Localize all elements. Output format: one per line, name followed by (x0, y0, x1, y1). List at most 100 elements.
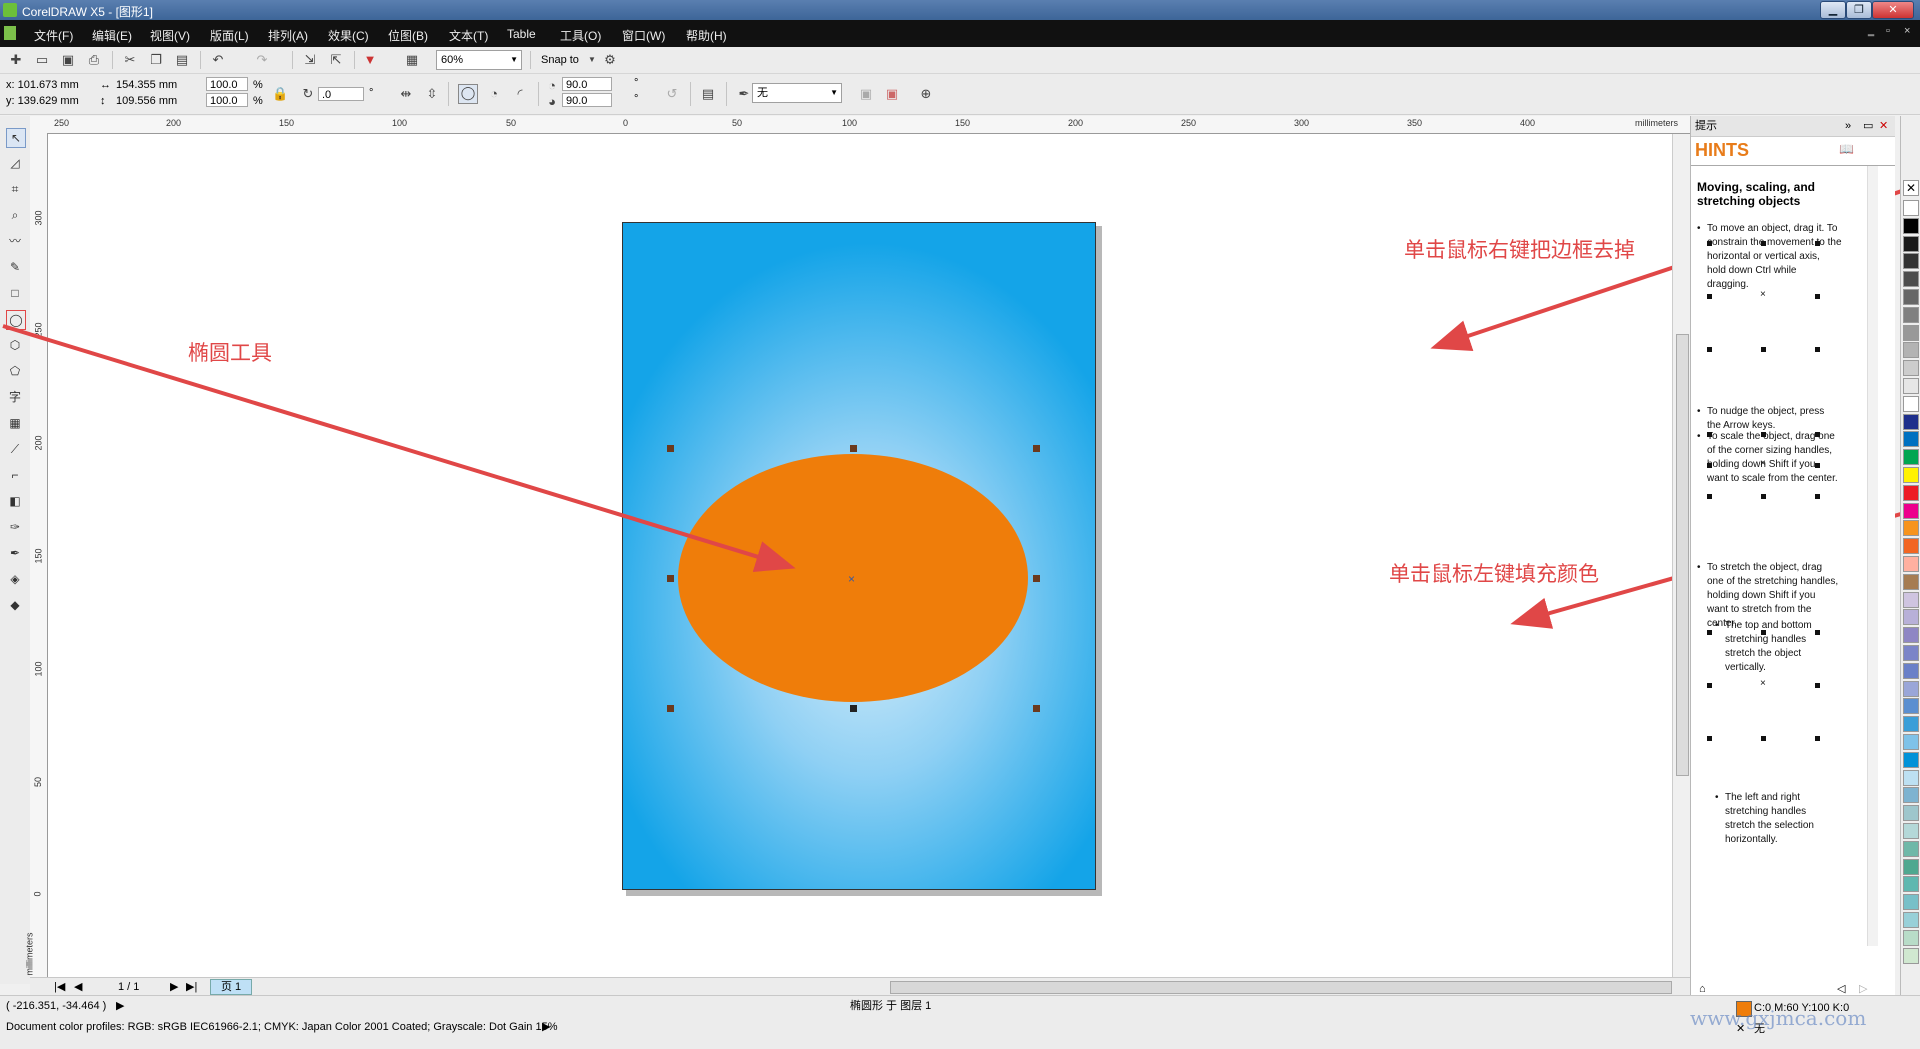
wrap-text-icon[interactable]: ▤ (700, 86, 716, 102)
undo-icon[interactable]: ↶ (210, 52, 226, 68)
convert-to-curves-icon[interactable]: ⊕ (918, 86, 934, 102)
color-swatch[interactable] (1903, 680, 1919, 697)
redo-icon[interactable]: ↷ (254, 52, 270, 68)
shape-tool-icon[interactable]: ◿ (6, 154, 24, 172)
color-swatch[interactable] (1903, 912, 1919, 928)
snap-to-button[interactable]: Snap to (541, 53, 579, 67)
basic-shapes-icon[interactable]: ⬠ (6, 362, 24, 380)
color-swatch[interactable] (1903, 467, 1919, 483)
height-field[interactable]: 109.556 mm (116, 94, 177, 108)
width-field[interactable]: 154.355 mm (116, 78, 177, 92)
lock-ratio-icon[interactable]: 🔒 (272, 86, 288, 102)
outline-width-dropdown[interactable]: 无 ▼ (752, 83, 842, 103)
color-swatch[interactable] (1903, 306, 1919, 323)
open-icon[interactable]: ▭ (34, 52, 50, 68)
app-launcher-icon[interactable]: ▼ (362, 52, 378, 68)
export-icon[interactable]: ⇱ (328, 52, 344, 68)
horizontal-scrollbar[interactable] (890, 981, 1672, 994)
menu-help[interactable]: 帮助(H) (686, 27, 727, 44)
hints-book-icon[interactable]: 📖 (1839, 142, 1854, 156)
color-swatch[interactable] (1903, 662, 1919, 679)
color-swatch[interactable] (1903, 200, 1919, 216)
doc-minimize-icon[interactable]: ‗ (1868, 25, 1874, 37)
mirror-vertical-icon[interactable]: ⇳ (424, 86, 440, 102)
home-icon[interactable]: ⌂ (1699, 982, 1706, 996)
snap-dropdown-icon[interactable]: ▼ (584, 52, 600, 68)
color-swatch[interactable] (1903, 360, 1919, 377)
table-tool-icon[interactable]: ▦ (6, 414, 24, 432)
color-swatch[interactable] (1903, 378, 1919, 394)
cut-icon[interactable]: ✂ (122, 52, 138, 68)
page-tab[interactable]: 页 1 (210, 979, 253, 995)
color-swatch[interactable] (1903, 805, 1919, 822)
to-back-icon[interactable]: ▣ (884, 86, 900, 102)
new-icon[interactable]: ✚ (8, 52, 24, 68)
dimension-tool-icon[interactable]: ⟋ (6, 440, 24, 458)
color-swatch[interactable] (1903, 734, 1919, 750)
zoom-dropdown[interactable]: 60% ▼ (436, 50, 522, 70)
back-icon[interactable]: ◁ (1837, 982, 1845, 996)
color-swatch[interactable] (1903, 235, 1919, 252)
profiles-expand-icon[interactable]: ▶ (542, 1020, 550, 1034)
hints-scrollbar[interactable] (1867, 166, 1878, 946)
import-icon[interactable]: ⇲ (302, 52, 318, 68)
rectangle-tool-icon[interactable]: □ (6, 284, 24, 302)
color-swatch[interactable] (1903, 858, 1919, 875)
color-swatch[interactable] (1903, 431, 1919, 448)
menu-view[interactable]: 视图(V) (150, 27, 190, 44)
color-swatch[interactable] (1903, 591, 1919, 608)
welcome-screen-icon[interactable]: ▦ (404, 52, 420, 68)
color-swatch[interactable] (1903, 538, 1919, 555)
last-page-icon[interactable]: ▶| (186, 980, 197, 994)
menu-file[interactable]: 文件(F) (34, 27, 73, 44)
color-swatch[interactable] (1903, 840, 1919, 857)
docker-collapse-icon[interactable]: » (1845, 119, 1851, 133)
color-swatch[interactable] (1903, 627, 1919, 644)
menu-effects[interactable]: 效果(C) (328, 27, 369, 44)
scroll-thumb[interactable] (1676, 334, 1689, 776)
color-swatch[interactable] (1903, 698, 1919, 715)
menu-text[interactable]: 文本(T) (449, 27, 488, 44)
next-page-icon[interactable]: ▶ (170, 980, 178, 994)
paste-icon[interactable]: ▤ (174, 52, 190, 68)
smart-fill-icon[interactable]: ✎ (6, 258, 24, 276)
docker-minimize-icon[interactable]: ▭ (1863, 119, 1873, 133)
x-position[interactable]: x: 101.673 mm (6, 78, 79, 92)
color-swatch[interactable] (1903, 395, 1919, 412)
pie-mode-icon[interactable]: ◔ (486, 86, 502, 102)
color-swatch[interactable] (1903, 929, 1919, 946)
menu-layout[interactable]: 版面(L) (210, 27, 249, 44)
blend-tool-icon[interactable]: ◧ (6, 492, 24, 510)
color-swatch[interactable] (1903, 217, 1919, 234)
vertical-scrollbar[interactable] (1672, 134, 1691, 977)
forward-icon[interactable]: ▷ (1859, 982, 1867, 996)
freehand-tool-icon[interactable]: 〰 (6, 232, 24, 250)
connector-tool-icon[interactable]: ⌐ (6, 466, 24, 484)
outline-tool-icon[interactable]: ✒ (6, 544, 24, 562)
docker-close-icon[interactable]: ✕ (1879, 119, 1888, 133)
color-swatch[interactable] (1903, 502, 1919, 519)
color-swatch[interactable] (1903, 289, 1919, 305)
color-swatch[interactable] (1903, 947, 1919, 964)
scale-y-field[interactable]: 100.0 (206, 93, 248, 107)
text-tool-icon[interactable]: 字 (6, 388, 24, 406)
mirror-horizontal-icon[interactable]: ⇹ (398, 86, 414, 102)
fill-tool-icon[interactable]: ◈ (6, 570, 24, 588)
color-swatch[interactable] (1903, 342, 1919, 359)
zoom-tool-icon[interactable]: ⌕ (6, 206, 24, 224)
first-page-icon[interactable]: |◀ (54, 980, 65, 994)
pick-tool-icon[interactable]: ↖ (6, 128, 26, 148)
coords-expand-icon[interactable]: ▶ (116, 999, 124, 1013)
horizontal-ruler[interactable]: 250 200 150 100 50 0 50 100 150 200 250 … (30, 116, 1690, 134)
no-color-swatch[interactable]: ✕ (1903, 180, 1919, 196)
doc-close-icon[interactable]: × (1904, 25, 1910, 37)
interactive-fill-icon[interactable]: ◆ (6, 596, 24, 614)
drawing-canvas[interactable]: × 椭圆工具 单击鼠标右键把边框去掉 单击鼠标左键填充颜色 (2, 134, 1909, 977)
menu-window[interactable]: 窗口(W) (622, 27, 665, 44)
menu-arrange[interactable]: 排列(A) (268, 27, 308, 44)
document-icon[interactable] (4, 26, 16, 40)
color-swatch[interactable] (1903, 609, 1919, 626)
color-swatch[interactable] (1903, 484, 1919, 501)
minimize-button[interactable]: ▁ (1820, 1, 1846, 19)
color-swatch[interactable] (1903, 645, 1919, 661)
